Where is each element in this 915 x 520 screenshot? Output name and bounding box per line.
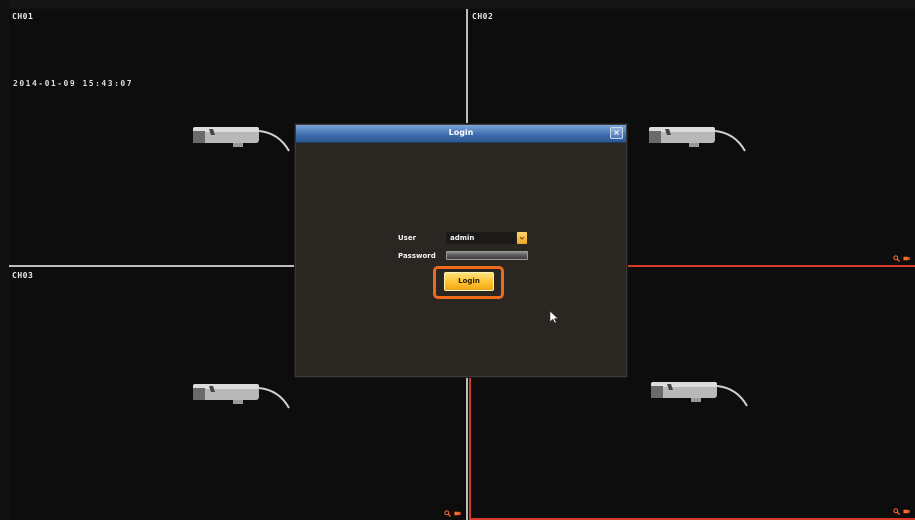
camera-placeholder-icon xyxy=(193,127,290,152)
camera-record-icon[interactable] xyxy=(903,508,910,515)
camera-placeholder-icon xyxy=(649,127,746,152)
login-dialog: Login × User admin Password Login xyxy=(295,124,627,377)
channel-label: CH01 xyxy=(12,12,34,21)
mouse-pointer-icon xyxy=(549,310,559,324)
monitor-bezel xyxy=(0,0,915,8)
monitor-bezel-left xyxy=(0,0,9,520)
camera-placeholder-icon xyxy=(193,384,290,409)
password-field[interactable] xyxy=(446,251,528,260)
camera-record-icon[interactable] xyxy=(454,510,461,517)
password-label: Password xyxy=(398,252,436,260)
camera-record-icon[interactable] xyxy=(903,255,910,262)
magnifier-icon[interactable] xyxy=(444,510,451,517)
user-label: User xyxy=(398,234,417,242)
dvr-screen: CH01 2014-01-09 15:43:07 CH02 CH03 Login… xyxy=(0,0,915,520)
camera-placeholder-icon xyxy=(651,382,748,407)
magnifier-icon[interactable] xyxy=(893,255,900,262)
chevron-down-icon[interactable] xyxy=(517,232,527,244)
timestamp: 2014-01-09 15:43:07 xyxy=(13,79,134,88)
tile-toolbar xyxy=(444,510,461,517)
login-button[interactable]: Login xyxy=(444,272,494,291)
tile-toolbar xyxy=(893,255,910,262)
channel-label: CH02 xyxy=(472,12,494,21)
channel-label: CH03 xyxy=(12,271,34,280)
magnifier-icon[interactable] xyxy=(893,508,900,515)
dialog-title: Login xyxy=(448,128,474,137)
dialog-title-bar[interactable]: Login × xyxy=(296,125,626,143)
tile-toolbar xyxy=(893,508,910,515)
user-select[interactable]: admin xyxy=(446,232,516,244)
close-button[interactable]: × xyxy=(610,127,623,139)
